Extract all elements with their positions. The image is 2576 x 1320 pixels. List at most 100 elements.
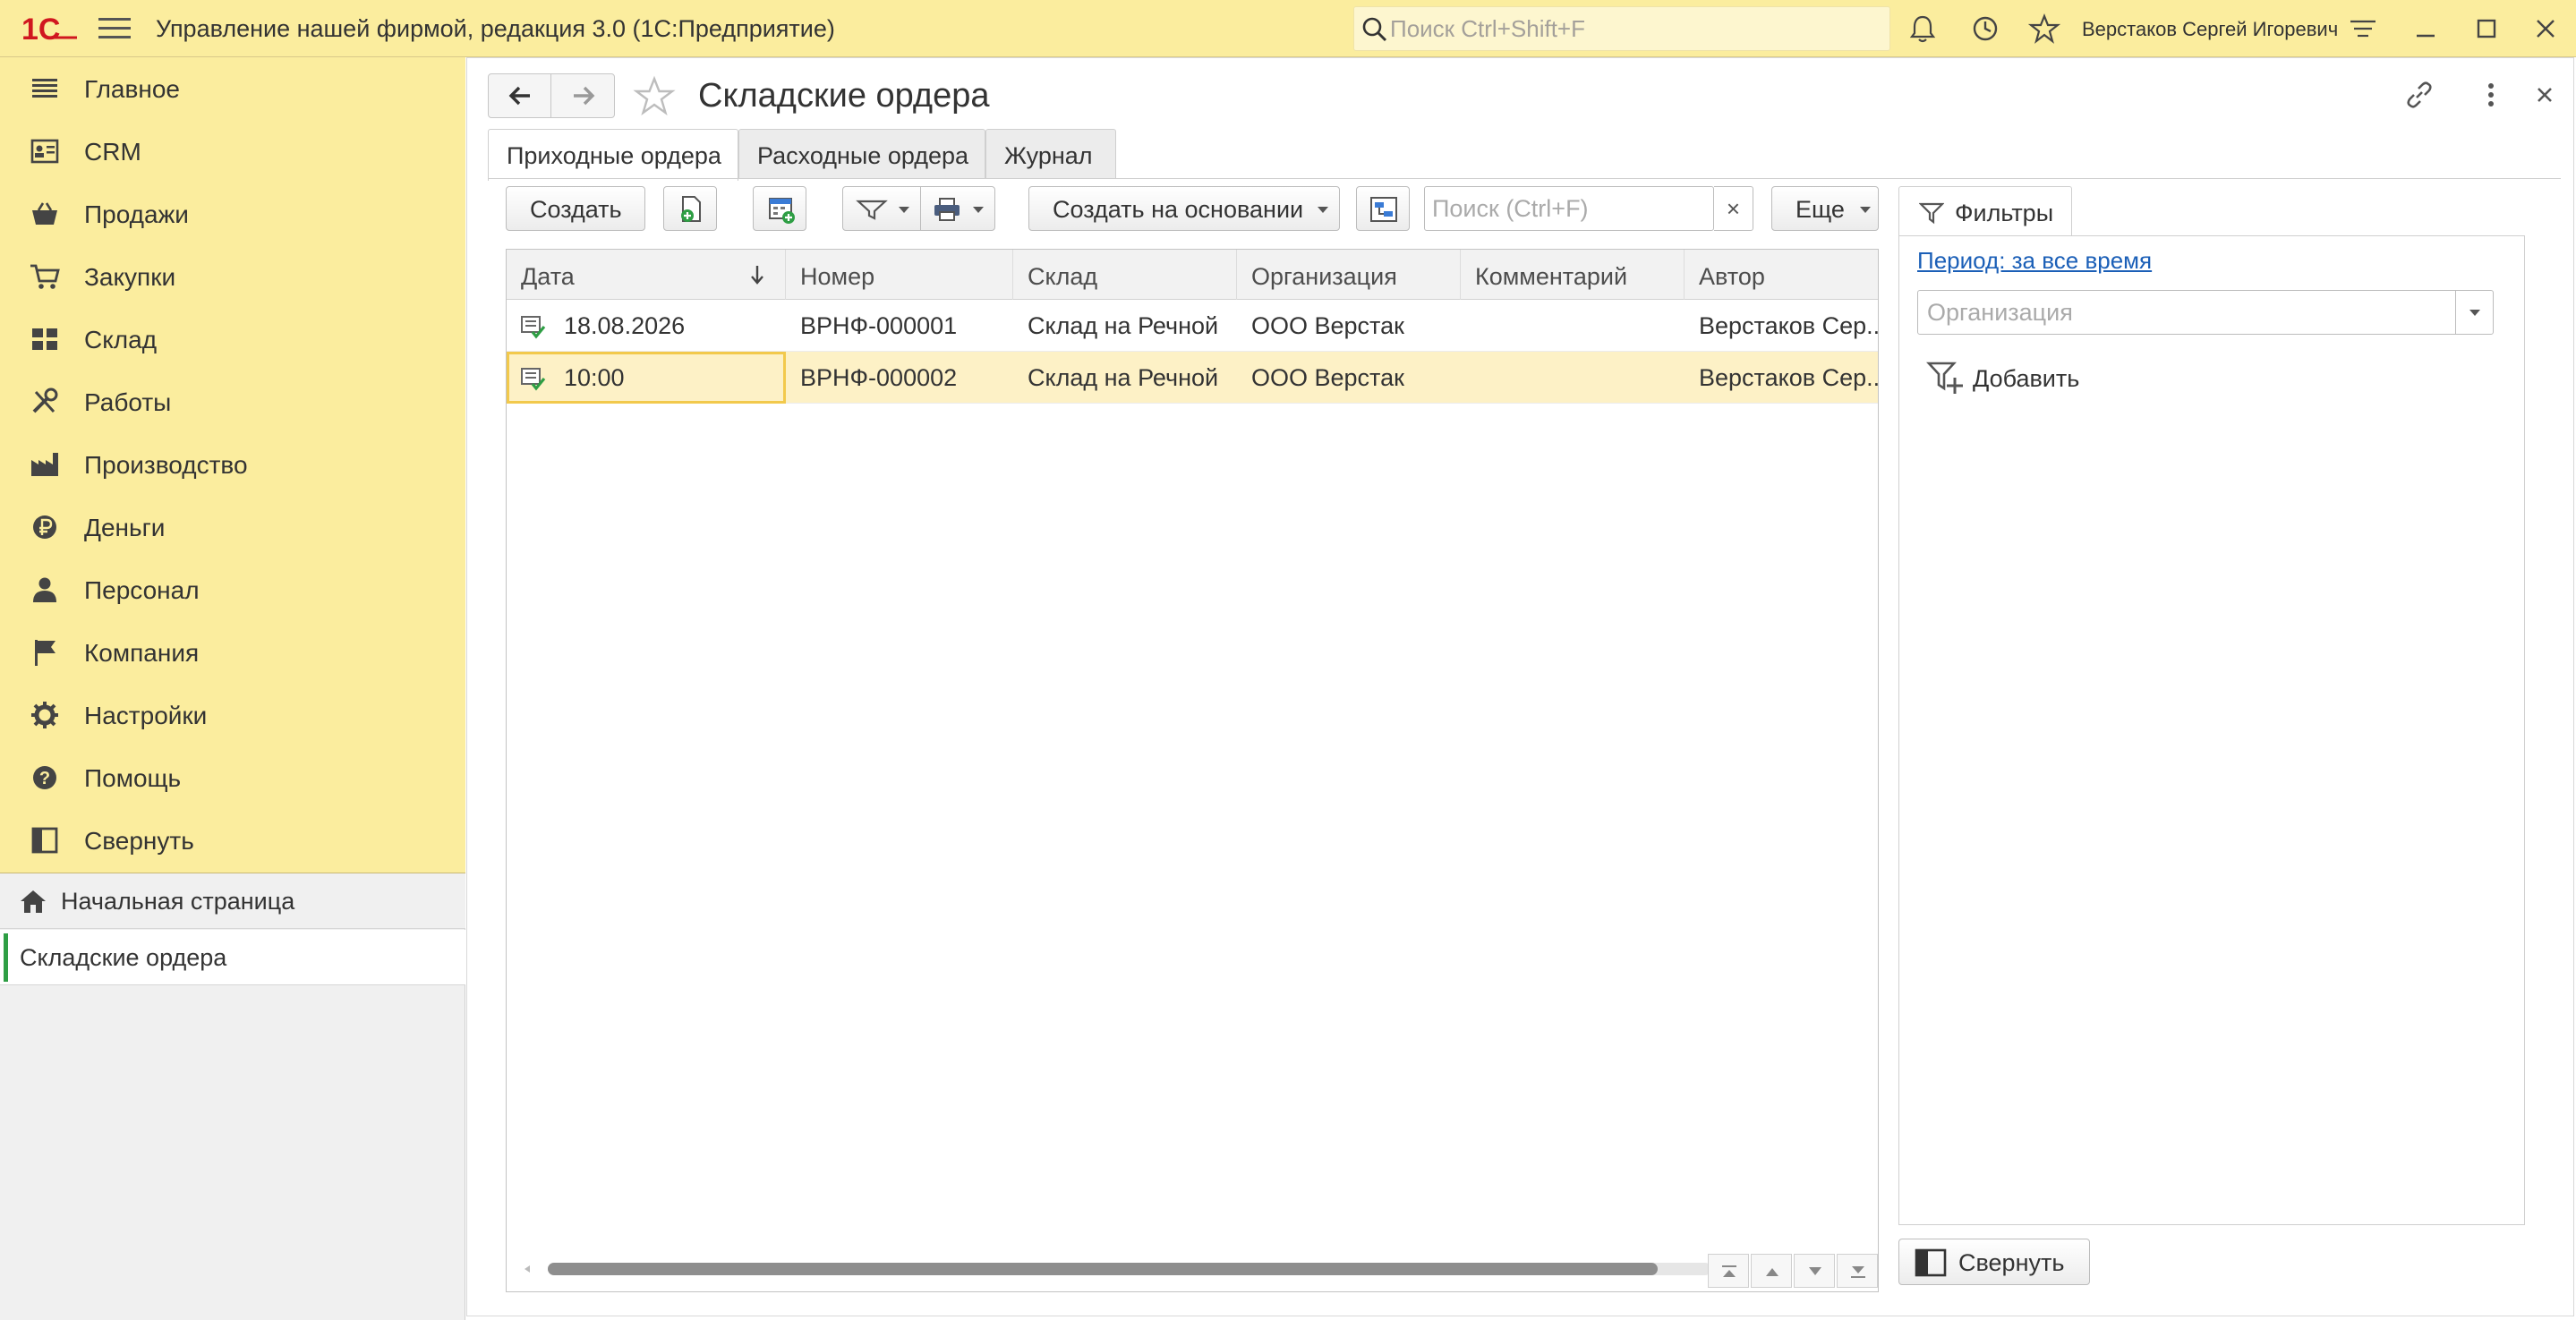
section-label: Деньги (84, 514, 166, 541)
basket-icon (32, 202, 57, 225)
title-bar: 1С Управление нашей фирмой, редакция 3.0… (0, 0, 2576, 57)
arrow-right-icon (574, 86, 595, 106)
section-production[interactable]: Производство (0, 433, 465, 496)
column-author[interactable]: Автор (1685, 250, 1878, 300)
create-button-label: Создать (530, 196, 622, 223)
app-title: Управление нашей фирмой, редакция 3.0 (1… (156, 15, 835, 42)
more-button[interactable]: Еще (1771, 186, 1879, 231)
cell-organization: ООО Верстак (1251, 364, 1404, 391)
tab-incoming-orders[interactable]: Приходные ордера (488, 129, 738, 181)
scroll-left-icon[interactable] (521, 1263, 533, 1275)
horizontal-scrollbar[interactable] (521, 1256, 1846, 1282)
document-structure-icon (1370, 197, 1397, 222)
section-collapse[interactable]: Свернуть (0, 809, 465, 872)
section-label: Настройки (84, 702, 208, 729)
minimize-icon[interactable] (2410, 13, 2442, 45)
help-icon: ? (33, 766, 56, 789)
arrow-left-icon (508, 86, 530, 106)
section-money[interactable]: Деньги (0, 496, 465, 558)
form-close-icon[interactable] (2527, 77, 2563, 113)
scroll-thumb[interactable] (548, 1263, 1658, 1275)
section-label: Помощь (84, 764, 182, 792)
cell-comment (1461, 300, 1685, 352)
menu-icon[interactable] (98, 18, 131, 39)
go-previous-button[interactable] (1751, 1254, 1792, 1288)
settings-lines-icon[interactable] (2347, 13, 2379, 45)
section-settings[interactable]: Настройки (0, 684, 465, 746)
tab-journal[interactable]: Журнал (985, 129, 1116, 179)
column-organization[interactable]: Организация (1237, 250, 1461, 300)
home-icon (21, 890, 46, 913)
filter-dropdown-button[interactable] (842, 186, 921, 231)
sort-descending-icon[interactable] (748, 262, 766, 287)
create-based-on-button[interactable]: Создать на основании (1028, 186, 1340, 231)
history-icon[interactable] (1969, 13, 2001, 45)
section-company[interactable]: Компания (0, 621, 465, 684)
cell-author: Верстаков Сер... (1699, 364, 1879, 391)
section-crm[interactable]: CRM (0, 120, 465, 183)
global-search-input[interactable] (1390, 13, 1873, 45)
copy-button[interactable] (663, 186, 717, 231)
collapse-panel-icon (31, 827, 58, 854)
sidebar: Главное CRM Продажи Закупки Склад Работы… (0, 57, 465, 1320)
list-search-input[interactable] (1432, 194, 1701, 223)
print-dropdown-button[interactable] (920, 186, 995, 231)
go-up-icon (1766, 1268, 1778, 1276)
create-by-date-button[interactable] (753, 186, 806, 231)
ruble-icon (33, 515, 56, 539)
home-page-item[interactable]: Начальная страница (0, 873, 465, 929)
cell-date[interactable]: 10:00 (507, 352, 786, 404)
tabs-divider (488, 178, 2561, 179)
chevron-down-icon (1318, 207, 1328, 213)
more-vertical-icon[interactable] (2473, 77, 2509, 113)
global-search[interactable] (1353, 6, 1890, 51)
star-icon[interactable] (2028, 13, 2060, 45)
cell-author: Верстаков Сер... (1699, 312, 1879, 339)
link-icon[interactable] (2401, 77, 2437, 113)
section-warehouse[interactable]: Склад (0, 308, 465, 370)
organization-dropdown-button[interactable] (2455, 291, 2493, 334)
add-filter-label: Добавить (1973, 365, 2080, 392)
section-works[interactable]: Работы (0, 370, 465, 433)
column-date[interactable]: Дата (507, 250, 786, 300)
section-main[interactable]: Главное (0, 57, 465, 120)
open-window-item[interactable]: Складские ордера (0, 930, 465, 985)
printer-icon (934, 198, 960, 221)
period-link[interactable]: Период: за все время (1917, 247, 2152, 275)
maximize-icon[interactable] (2470, 13, 2503, 45)
table-row[interactable]: 18.08.2026 ВРНФ-000001 Склад на Речной О… (507, 300, 1879, 352)
go-last-button[interactable] (1837, 1254, 1878, 1288)
favorite-star-icon[interactable] (633, 75, 676, 118)
filters-tab[interactable]: Фильтры (1898, 186, 2072, 236)
table-row[interactable]: 10:00 ВРНФ-000002 Склад на Речной ООО Ве… (507, 352, 1879, 404)
section-personnel[interactable]: Персонал (0, 558, 465, 621)
tab-outgoing-orders[interactable]: Расходные ордера (738, 129, 985, 179)
organization-filter-input[interactable] (1927, 298, 2437, 327)
column-warehouse[interactable]: Склад (1013, 250, 1237, 300)
filter-icon (856, 200, 888, 220)
structure-button[interactable] (1356, 186, 1410, 231)
calendar-add-icon (769, 198, 795, 224)
column-comment[interactable]: Комментарий (1461, 250, 1685, 300)
section-help[interactable]: ? Помощь (0, 746, 465, 809)
logo-1c-icon[interactable]: 1С (21, 11, 79, 47)
collapse-filters-button[interactable]: Свернуть (1898, 1239, 2090, 1285)
create-button[interactable]: Создать (506, 186, 645, 231)
section-purchases[interactable]: Закупки (0, 245, 465, 308)
go-first-button[interactable] (1708, 1254, 1749, 1288)
column-number[interactable]: Номер (786, 250, 1013, 300)
forward-button[interactable] (552, 74, 615, 117)
go-next-button[interactable] (1794, 1254, 1835, 1288)
table-header: Дата Номер Склад Организация Комментарий… (507, 250, 1878, 300)
close-icon[interactable] (2529, 13, 2562, 45)
bell-icon[interactable] (1906, 13, 1939, 45)
orders-table[interactable]: Дата Номер Склад Организация Комментарий… (506, 249, 1879, 1292)
back-button[interactable] (489, 74, 551, 117)
cell-number: ВРНФ-000001 (800, 312, 958, 339)
organization-filter[interactable] (1917, 290, 2494, 335)
list-search[interactable] (1424, 186, 1714, 231)
section-sales[interactable]: Продажи (0, 183, 465, 245)
search-clear-button[interactable]: × (1714, 186, 1753, 231)
user-name[interactable]: Верстаков Сергей Игоревич (2082, 18, 2338, 41)
posted-document-icon (521, 368, 546, 391)
